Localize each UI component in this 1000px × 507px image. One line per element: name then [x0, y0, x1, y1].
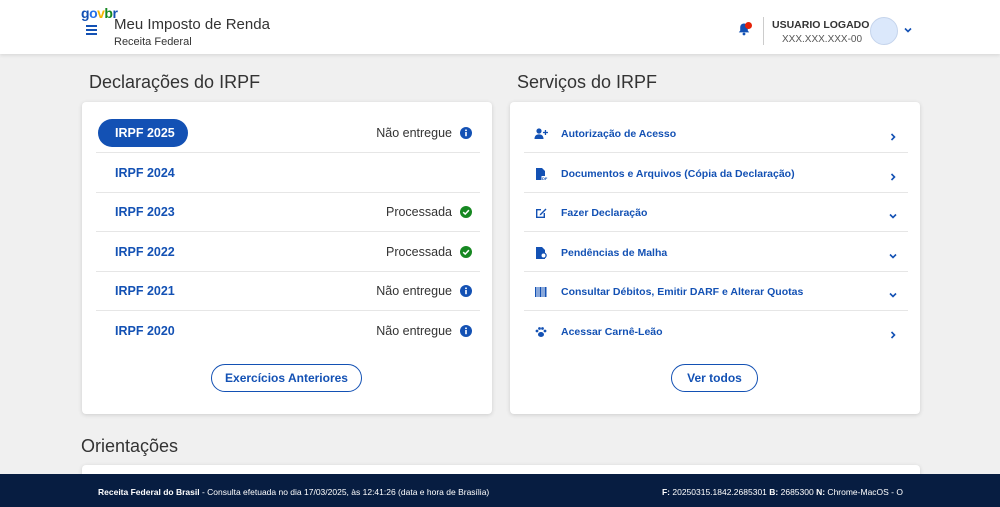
chevron-down-icon[interactable] [888, 248, 898, 259]
svg-text:DF: DF [542, 176, 548, 181]
info-icon [460, 126, 472, 139]
declaracao-year[interactable]: IRPF 2023 [115, 205, 175, 219]
info-icon [460, 324, 472, 337]
declaracoes-title: Declarações do IRPF [89, 72, 261, 92]
servico-label[interactable]: Pendências de Malha [561, 247, 667, 259]
servicos-title: Serviços do IRPF [517, 72, 658, 92]
servico-item[interactable]: Fazer Declaração [524, 193, 908, 233]
top-header: govbr Meu Imposto de Renda Receita Feder… [0, 0, 1000, 54]
declaracao-status: Não entregue [376, 126, 452, 140]
user-avatar[interactable] [870, 17, 898, 45]
header-divider [763, 17, 764, 45]
ver-todos-button[interactable]: Ver todos [671, 364, 758, 392]
servico-item[interactable]: Acessar Carnê-Leão [524, 312, 908, 351]
govbr-logo[interactable]: govbr [81, 5, 118, 21]
orientacoes-title: Orientações [81, 436, 179, 456]
barcode-icon [534, 285, 548, 299]
servico-item[interactable]: Consultar Débitos, Emitir DARF e Alterar… [524, 272, 908, 312]
servico-item[interactable]: Autorização de Acesso [524, 114, 908, 153]
document-icon: DF [534, 167, 548, 181]
user-cpf: XXX.XXX.XXX-00 [782, 34, 863, 45]
notification-badge [745, 22, 752, 29]
servico-label[interactable]: Documentos e Arquivos (Cópia da Declaraç… [561, 168, 795, 180]
app-subtitle: Receita Federal [114, 36, 192, 48]
servico-label[interactable]: Acessar Carnê-Leão [561, 326, 663, 338]
declaracao-row[interactable]: IRPF 2020 Não entregue [96, 312, 480, 351]
edit-icon [534, 206, 548, 220]
footer-b-label: B: [769, 487, 779, 497]
logo-letter-o: o [89, 5, 98, 21]
user-name: USUARIO LOGADO [772, 19, 870, 31]
info-icon [460, 284, 472, 298]
footer: Receita Federal do Brasil - Consulta efe… [0, 474, 1000, 507]
servico-item[interactable]: DF Documentos e Arquivos (Cópia da Declar… [524, 154, 908, 193]
footer-consulta-text: - Consulta efetuada no dia 17/03/2025, à… [199, 487, 490, 497]
footer-build-info: F: 20250315.1842.2685301 B: 2685300 N: C… [662, 487, 903, 497]
footer-org: Receita Federal do Brasil [98, 487, 200, 497]
servicos-card: Autorização de Acesso DF Documentos e Arqu… [510, 102, 920, 414]
footer-f-label: F: [661, 487, 670, 497]
hamburger-menu-icon[interactable] [86, 25, 97, 35]
check-icon [460, 205, 472, 219]
servico-label[interactable]: Fazer Declaração [561, 207, 647, 219]
servico-label[interactable]: Consultar Débitos, Emitir DARF e Alterar… [561, 286, 803, 298]
declaracao-year[interactable]: IRPF 2025 [98, 119, 188, 147]
declaracao-row[interactable]: IRPF 2023 Processada [96, 193, 480, 233]
declaracao-row[interactable]: IRPF 2021 Não entregue [96, 272, 480, 312]
declaracoes-card: IRPF 2025 Não entregue IRPF 2024 IRPF 2023 P… [82, 102, 492, 414]
declaracao-year[interactable]: IRPF 2022 [115, 245, 175, 259]
declaracao-status: Processada [385, 205, 452, 220]
chevron-down-icon[interactable] [903, 25, 913, 35]
chevron-right-icon[interactable] [888, 327, 898, 339]
logo-letter-g: g [81, 5, 90, 21]
declaracao-status: Processada [385, 244, 452, 259]
declaracao-row[interactable]: IRPF 2024 [96, 154, 480, 193]
declaracao-status: Não entregue [376, 324, 452, 338]
check-icon [460, 245, 472, 258]
declaracao-status: Não entregue [376, 284, 452, 299]
declaracao-year[interactable]: IRPF 2024 [115, 166, 175, 180]
footer-f-value: 20250315.1842.2685301 [670, 487, 770, 497]
declaracao-year[interactable]: IRPF 2021 [115, 284, 175, 298]
paw-icon [534, 325, 548, 339]
user-plus-icon [534, 127, 548, 141]
declaracao-row[interactable]: IRPF 2022 Processada [96, 233, 480, 272]
declaracao-year[interactable]: IRPF 2020 [115, 324, 175, 338]
servico-item[interactable]: Pendências de Malha [524, 233, 908, 272]
app-title: Meu Imposto de Renda [114, 16, 270, 33]
chevron-down-icon[interactable] [888, 287, 898, 299]
footer-n-value: Chrome-MacOS - O [825, 487, 903, 497]
file-search-icon [534, 246, 548, 260]
chevron-right-icon[interactable] [888, 129, 898, 141]
chevron-down-icon[interactable] [888, 208, 898, 219]
footer-n-label: N: [816, 487, 826, 497]
servico-label[interactable]: Autorização de Acesso [561, 128, 676, 140]
footer-consulta-info: Receita Federal do Brasil - Consulta efe… [98, 487, 489, 497]
declaracao-row[interactable]: IRPF 2025 Não entregue [96, 114, 480, 153]
chevron-right-icon[interactable] [888, 169, 898, 181]
exercicios-anteriores-button[interactable]: Exercícios Anteriores [211, 364, 362, 392]
footer-b-value: 2685300 [778, 487, 817, 497]
